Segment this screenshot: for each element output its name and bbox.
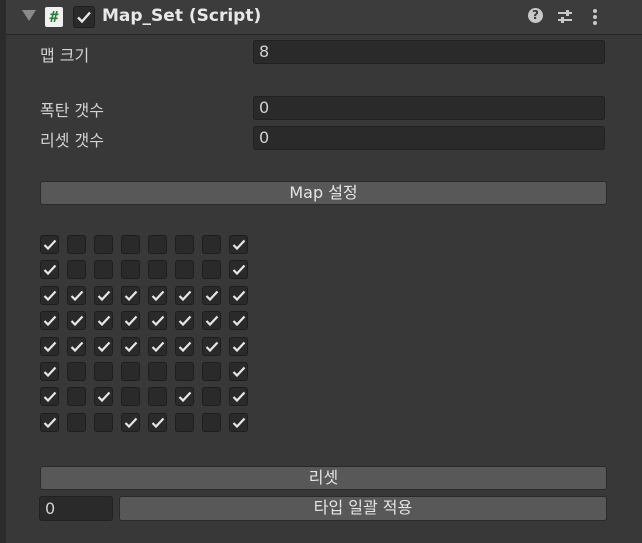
tile-checkbox[interactable] — [67, 413, 86, 432]
tile-checkbox[interactable] — [175, 311, 194, 330]
bomb-count-field[interactable]: 0 — [253, 96, 605, 120]
tile-checkbox[interactable] — [148, 337, 167, 356]
tile-checkbox[interactable] — [121, 235, 140, 254]
tile-checkbox[interactable] — [229, 362, 248, 381]
tile-checkbox[interactable] — [148, 362, 167, 381]
tile-checkbox[interactable] — [40, 260, 59, 279]
tile-checkbox[interactable] — [229, 235, 248, 254]
tile-checkbox[interactable] — [40, 311, 59, 330]
reset-button[interactable]: 리셋 — [40, 466, 607, 490]
script-icon: # — [45, 7, 63, 27]
tile-checkbox[interactable] — [175, 235, 194, 254]
component-enabled-checkbox[interactable] — [73, 6, 95, 28]
tile-checkbox[interactable] — [121, 286, 140, 305]
tile-checkbox[interactable] — [175, 337, 194, 356]
tile-checkbox[interactable] — [121, 387, 140, 406]
tile-checkbox[interactable] — [67, 260, 86, 279]
preset-icon[interactable] — [556, 8, 574, 26]
tile-checkbox[interactable] — [40, 413, 59, 432]
tile-checkbox[interactable] — [121, 260, 140, 279]
tile-checkbox[interactable] — [229, 286, 248, 305]
tile-checkbox[interactable] — [121, 362, 140, 381]
tile-checkbox[interactable] — [202, 337, 221, 356]
tile-checkbox[interactable] — [121, 311, 140, 330]
tile-checkbox[interactable] — [148, 235, 167, 254]
tile-checkbox[interactable] — [202, 387, 221, 406]
tile-checkbox[interactable] — [148, 387, 167, 406]
tile-checkbox[interactable] — [94, 337, 113, 356]
reset-count-label: 리셋 갯수 — [40, 131, 104, 150]
reset-count-field[interactable]: 0 — [253, 126, 605, 150]
foldout-arrow-icon[interactable] — [22, 10, 36, 21]
help-icon[interactable]: ? — [528, 8, 546, 26]
tile-checkbox[interactable] — [94, 311, 113, 330]
tile-checkbox[interactable] — [175, 286, 194, 305]
tile-checkbox[interactable] — [202, 235, 221, 254]
tile-checkbox[interactable] — [148, 260, 167, 279]
tile-checkbox[interactable] — [94, 413, 113, 432]
tile-checkbox[interactable] — [94, 362, 113, 381]
tile-checkbox[interactable] — [229, 311, 248, 330]
tile-checkbox[interactable] — [202, 413, 221, 432]
tile-checkbox[interactable] — [202, 286, 221, 305]
apply-all-button[interactable]: 타입 일괄 적용 — [119, 496, 607, 521]
tile-checkbox[interactable] — [67, 311, 86, 330]
tile-checkbox[interactable] — [148, 286, 167, 305]
component-header: # Map_Set (Script) ? — [6, 0, 642, 35]
tile-checkbox[interactable] — [202, 311, 221, 330]
tile-checkbox[interactable] — [40, 337, 59, 356]
tile-checkbox[interactable] — [229, 260, 248, 279]
tile-checkbox[interactable] — [148, 311, 167, 330]
tile-checkbox[interactable] — [94, 387, 113, 406]
tile-checkbox[interactable] — [175, 260, 194, 279]
tile-checkbox[interactable] — [94, 260, 113, 279]
tile-checkbox[interactable] — [229, 337, 248, 356]
component-title: Map_Set (Script) — [102, 6, 262, 26]
tile-checkbox[interactable] — [67, 235, 86, 254]
tile-checkbox[interactable] — [40, 235, 59, 254]
tile-checkbox[interactable] — [175, 413, 194, 432]
tile-checkbox[interactable] — [202, 260, 221, 279]
tile-checkbox[interactable] — [40, 387, 59, 406]
tile-checkbox[interactable] — [94, 286, 113, 305]
tile-type-field[interactable]: 0 — [39, 496, 113, 521]
tile-checkbox[interactable] — [175, 387, 194, 406]
tile-checkbox[interactable] — [121, 413, 140, 432]
more-icon[interactable] — [586, 8, 604, 26]
tile-checkbox[interactable] — [229, 387, 248, 406]
map-size-field[interactable]: 8 — [253, 40, 605, 64]
tile-checkbox[interactable] — [121, 337, 140, 356]
tile-checkbox[interactable] — [67, 337, 86, 356]
map-size-label: 맵 크기 — [40, 46, 90, 65]
tile-checkbox[interactable] — [94, 235, 113, 254]
tile-checkbox[interactable] — [175, 362, 194, 381]
tile-checkbox[interactable] — [40, 286, 59, 305]
tile-checkbox[interactable] — [229, 413, 248, 432]
bomb-count-label: 폭탄 갯수 — [40, 101, 104, 120]
tile-checkbox[interactable] — [67, 387, 86, 406]
tile-checkbox[interactable] — [202, 362, 221, 381]
tile-checkbox[interactable] — [67, 286, 86, 305]
tile-checkbox[interactable] — [148, 413, 167, 432]
left-edge — [0, 0, 6, 543]
tile-checkbox[interactable] — [67, 362, 86, 381]
map-set-button[interactable]: Map 설정 — [40, 181, 607, 205]
tile-checkbox[interactable] — [40, 362, 59, 381]
